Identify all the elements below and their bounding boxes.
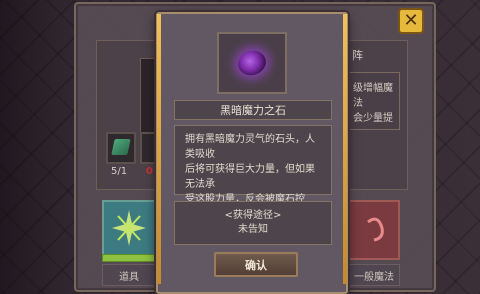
skill-card-item[interactable] (102, 200, 156, 260)
tab-items-button[interactable]: 道具 (102, 264, 156, 286)
source-value: 未告知 (238, 224, 268, 235)
panel-title-fragment: 阵 (352, 49, 363, 62)
green-star-icon (112, 210, 146, 246)
panel-description-fragment: 级增幅魔法 会少量提 (348, 72, 400, 130)
item-name: 黑暗魔力之石 (174, 100, 332, 120)
modal-gold-rail-right (343, 14, 347, 284)
dark-magic-stone-icon (234, 47, 270, 79)
item-source-box: <获得途径> 未告知 (174, 201, 332, 245)
item-description-line-1: 拥有黑暗魔力灵气的石头，人类吸收 (185, 134, 315, 160)
item-icon-frame (217, 32, 287, 94)
source-title: <获得途径> (224, 210, 282, 221)
close-icon: ✕ (403, 10, 419, 31)
red-swirl-icon (367, 217, 384, 242)
skill-card-magic[interactable] (348, 200, 400, 260)
panel-desc-line-1: 级增幅魔法 (353, 83, 393, 109)
green-crystal-icon (111, 139, 131, 155)
progress-bar (102, 254, 156, 262)
crystal-count: 5/1 (111, 166, 128, 177)
panel-desc-line-2: 会少量提 (353, 113, 393, 124)
confirm-button[interactable]: 确认 (214, 252, 298, 277)
close-button[interactable]: ✕ (398, 8, 424, 34)
item-description-line-2: 后将可获得巨大力量，但如果无法承 (185, 164, 315, 190)
stone-count: 0 (146, 166, 153, 177)
tab-general-magic-button[interactable]: 一般魔法 (348, 264, 400, 286)
modal-gold-rail-left (157, 14, 161, 284)
item-description: 拥有黑暗魔力灵气的石头，人类吸收 后将可获得巨大力量，但如果无法承 受这股力量，… (174, 125, 332, 220)
